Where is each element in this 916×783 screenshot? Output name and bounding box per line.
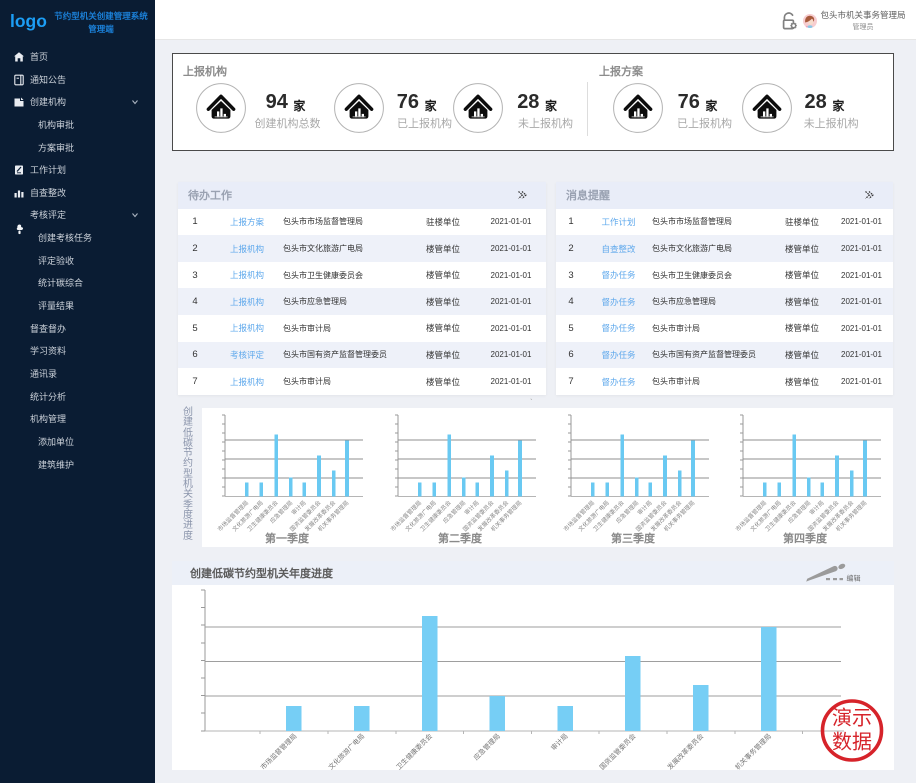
svg-text:卫生健康委员会: 卫生健康委员会 [394, 731, 434, 770]
svg-text:第四季度: 第四季度 [783, 531, 828, 545]
svg-text:第一季度: 第一季度 [265, 531, 310, 545]
svg-text:市场监督管理局: 市场监督管理局 [258, 731, 298, 770]
svg-text:发展改革委员会: 发展改革委员会 [665, 731, 705, 770]
svg-text:机关事务管理局: 机关事务管理局 [733, 731, 773, 770]
svg-text:第三季度: 第三季度 [611, 531, 656, 545]
svg-text:演示: 演示 [832, 707, 872, 730]
svg-text:审计局: 审计局 [549, 731, 570, 752]
svg-text:第二季度: 第二季度 [438, 531, 483, 545]
svg-text:数据: 数据 [832, 731, 872, 754]
svg-text:编辑: 编辑 [847, 574, 861, 583]
svg-text:应急管理局: 应急管理局 [471, 731, 502, 762]
svg-text:文化旅游广电局: 文化旅游广电局 [326, 731, 366, 770]
svg-text:国资监管委员会: 国资监管委员会 [597, 731, 637, 770]
